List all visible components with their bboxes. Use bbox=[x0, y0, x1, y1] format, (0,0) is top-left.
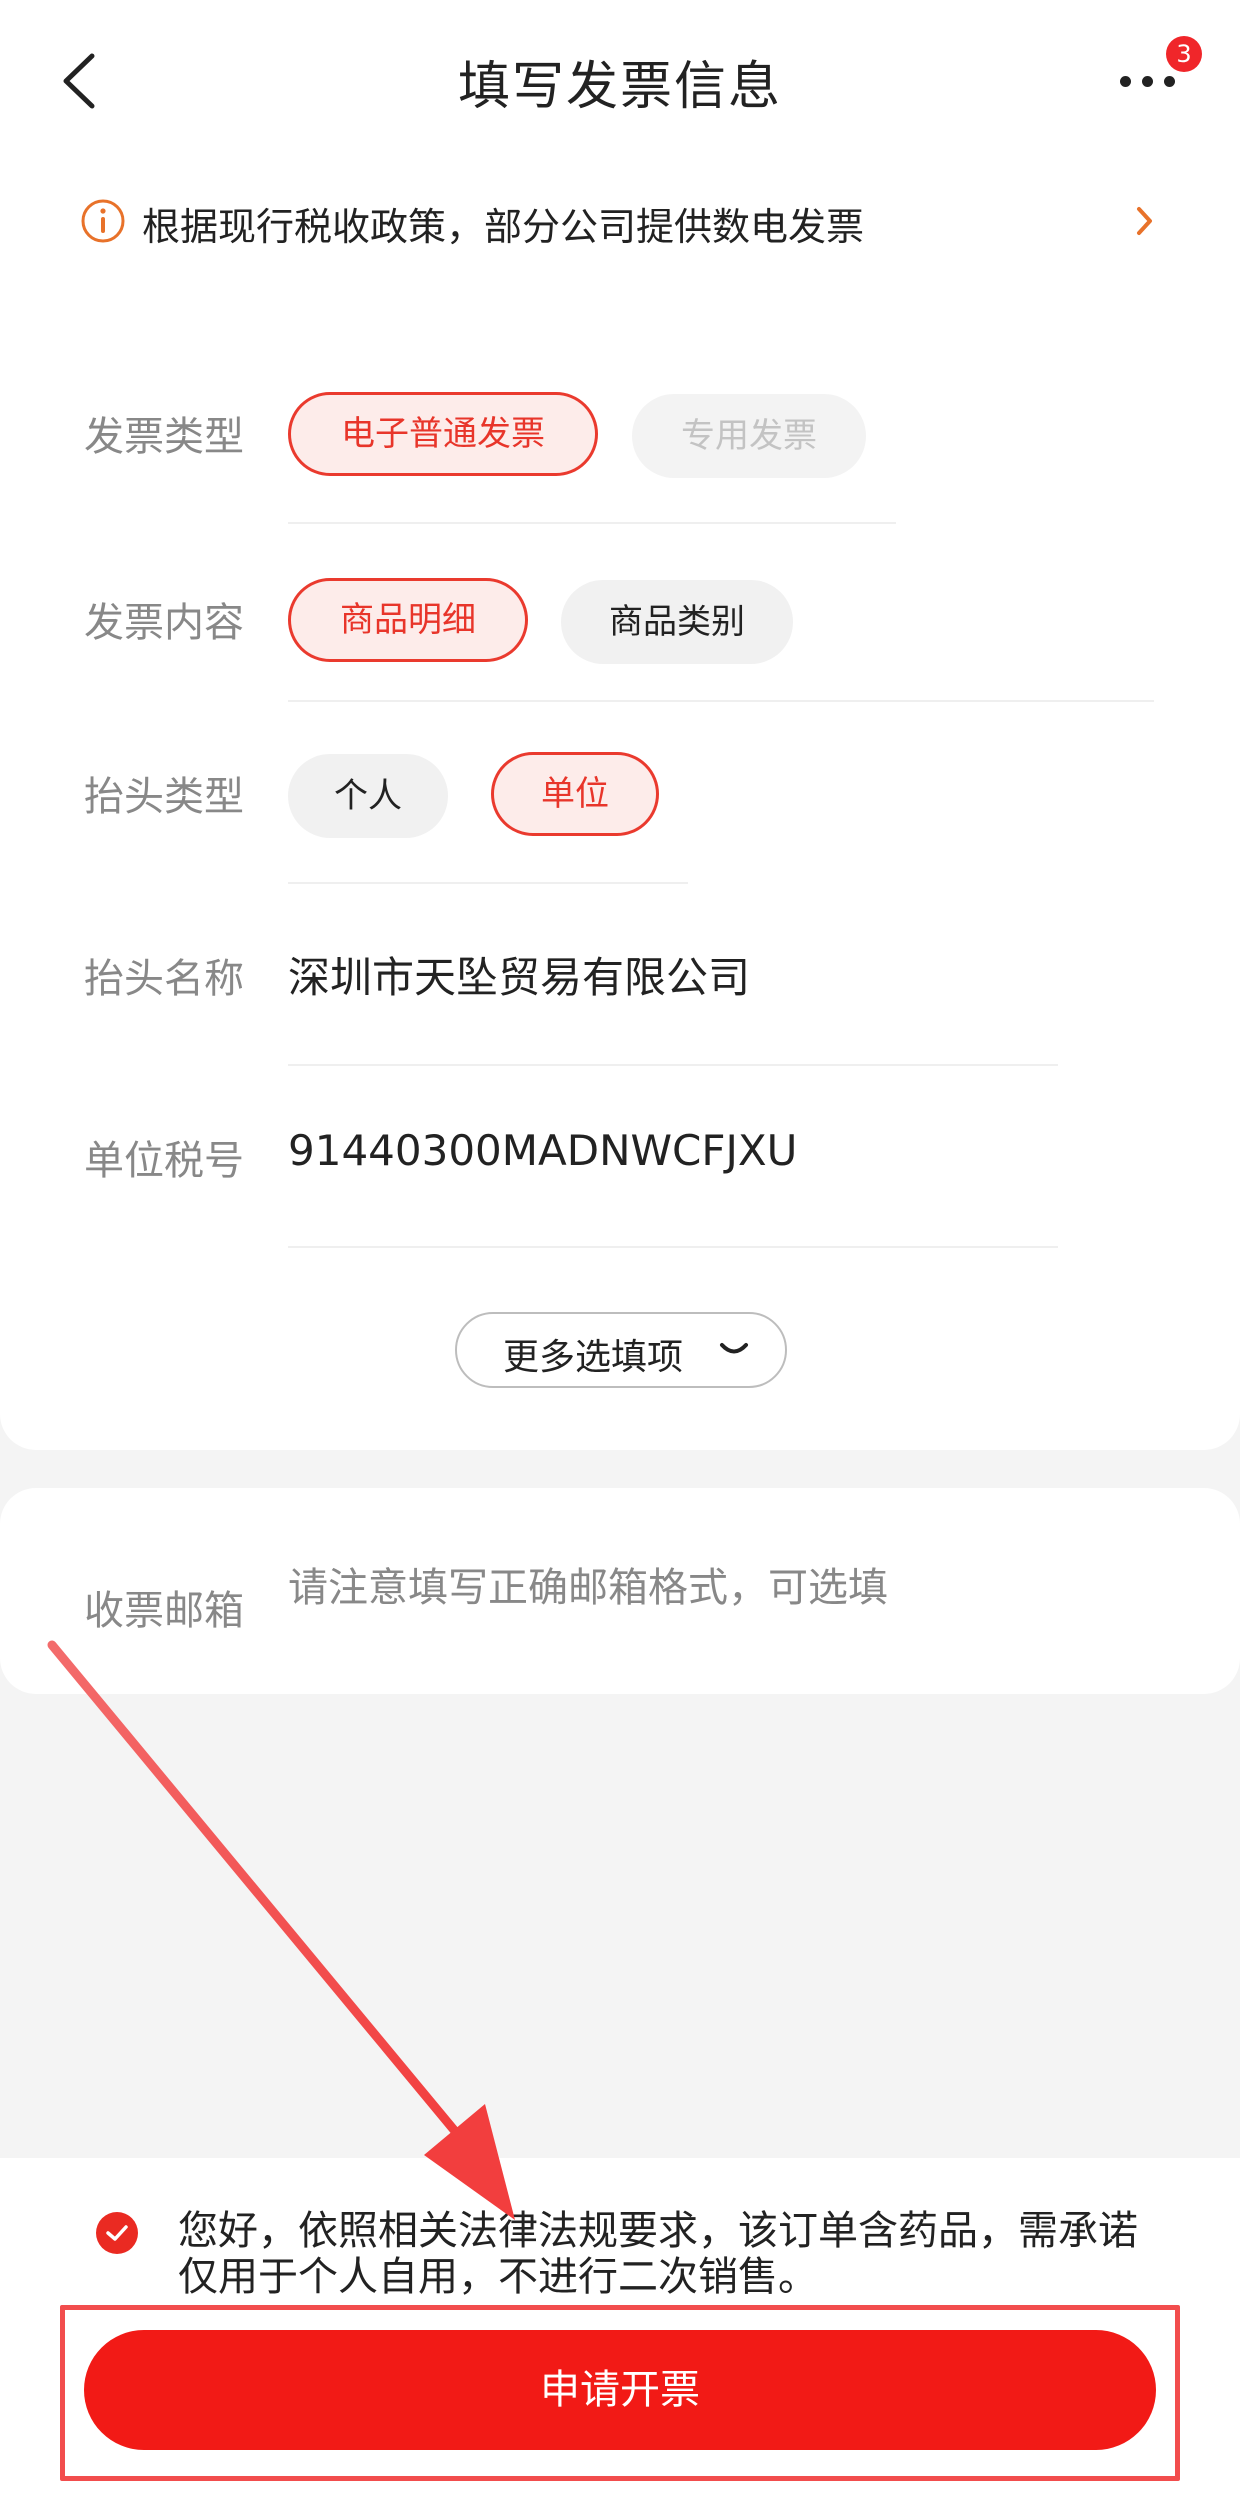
bottom-action-panel: 您好，依照相关法律法规要求，该订单含药品，需承诺仅用于个人自用，不进行二次销售。… bbox=[0, 2158, 1240, 2495]
chip-company[interactable]: 单位 bbox=[491, 752, 659, 836]
info-icon bbox=[81, 199, 125, 243]
email-input[interactable] bbox=[288, 1548, 1168, 1628]
divider bbox=[288, 522, 896, 524]
email-label: 收票邮箱 bbox=[84, 1588, 244, 1634]
check-icon bbox=[106, 2225, 128, 2241]
chip-special-invoice[interactable]: 专用发票 bbox=[632, 394, 866, 478]
divider bbox=[288, 882, 688, 884]
invoice-form-card: 根据现行税收政策，部分公司提供数电发票 发票类型 电子普通发票 专用发票 发票内… bbox=[0, 152, 1240, 1450]
more-options-label: 更多选填项 bbox=[503, 1337, 684, 1378]
title-type-label: 抬头类型 bbox=[84, 774, 244, 820]
invoice-type-label: 发票类型 bbox=[84, 414, 244, 460]
apply-invoice-button[interactable]: 申请开票 bbox=[84, 2330, 1156, 2450]
title-name-label: 抬头名称 bbox=[84, 956, 244, 1002]
more-dots-icon[interactable] bbox=[1118, 64, 1178, 94]
chip-personal[interactable]: 个人 bbox=[288, 754, 448, 838]
more-options-button[interactable]: 更多选填项 bbox=[455, 1312, 787, 1388]
chip-electronic-invoice[interactable]: 电子普通发票 bbox=[288, 392, 598, 476]
divider bbox=[288, 1246, 1058, 1248]
email-card: 收票邮箱 bbox=[0, 1488, 1240, 1694]
notice-text: 根据现行税收政策，部分公司提供数电发票 bbox=[142, 205, 865, 249]
agreement-checkbox[interactable] bbox=[96, 2212, 138, 2254]
chip-item-details[interactable]: 商品明细 bbox=[288, 578, 528, 662]
agreement-text: 您好，依照相关法律法规要求，该订单含药品，需承诺仅用于个人自用，不进行二次销售。 bbox=[178, 2208, 1138, 2300]
top-nav-bar: 填写发票信息 3 bbox=[0, 0, 1240, 160]
tax-id-field[interactable]: 91440300MADNWCFJXU bbox=[288, 1126, 797, 1175]
tax-policy-notice[interactable]: 根据现行税收政策，部分公司提供数电发票 bbox=[80, 190, 1180, 250]
invoice-content-label: 发票内容 bbox=[84, 600, 244, 646]
divider bbox=[288, 1064, 1058, 1066]
title-name-field[interactable]: 深圳市天坠贸易有限公司 bbox=[288, 944, 750, 1005]
page-title: 填写发票信息 bbox=[457, 57, 782, 117]
tax-id-label: 单位税号 bbox=[84, 1138, 244, 1184]
chevron-right-icon bbox=[1137, 207, 1152, 235]
chip-item-category[interactable]: 商品类别 bbox=[561, 580, 793, 664]
chevron-down-icon bbox=[720, 1343, 748, 1354]
divider bbox=[288, 700, 1154, 702]
notification-badge: 3 bbox=[1166, 36, 1202, 72]
